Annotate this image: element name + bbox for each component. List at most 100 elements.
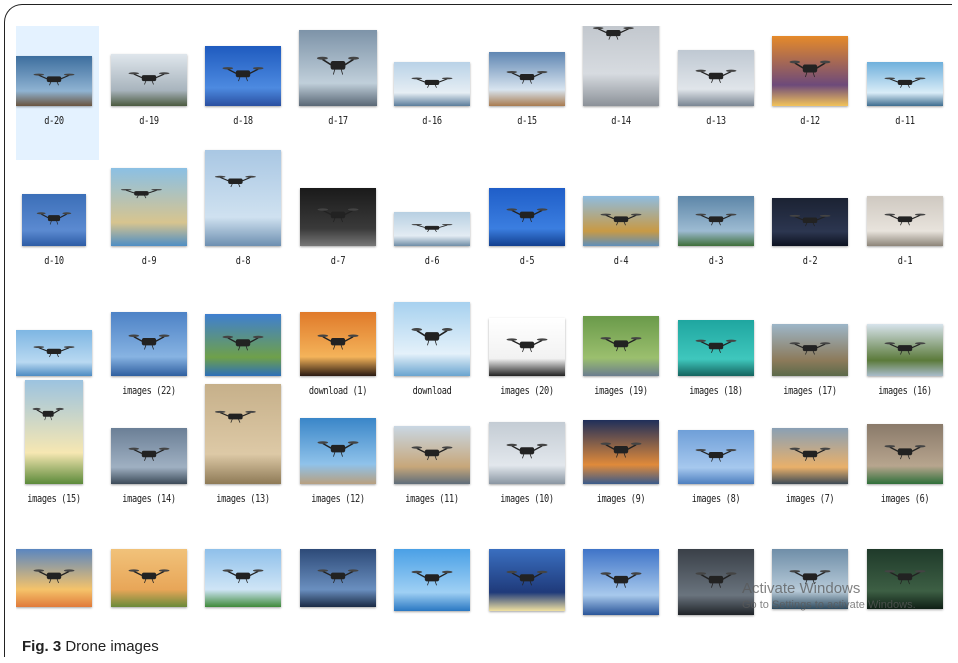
image-thumbnail[interactable] <box>110 54 187 106</box>
file-name-label: images (11) <box>405 493 459 505</box>
file-tile[interactable]: d-11 <box>860 26 950 160</box>
image-thumbnail[interactable] <box>583 420 659 484</box>
file-tile[interactable]: d-6 <box>387 166 477 300</box>
image-thumbnail[interactable] <box>772 36 848 106</box>
image-thumbnail[interactable] <box>772 428 848 484</box>
file-tile[interactable] <box>576 531 666 618</box>
image-thumbnail[interactable] <box>394 549 470 611</box>
image-thumbnail[interactable] <box>25 380 83 484</box>
file-tile[interactable]: d-5 <box>482 166 572 300</box>
file-tile[interactable] <box>16 531 99 618</box>
image-thumbnail[interactable] <box>583 196 659 246</box>
image-thumbnail[interactable] <box>772 549 848 609</box>
file-tile[interactable] <box>765 531 855 618</box>
image-thumbnail[interactable] <box>298 30 377 106</box>
file-name-label: d-20 <box>44 115 64 127</box>
file-tile[interactable]: d-18 <box>198 26 288 160</box>
file-name-label: d-6 <box>424 255 440 267</box>
file-tile[interactable]: images (12) <box>293 404 383 538</box>
image-thumbnail[interactable] <box>488 318 565 376</box>
file-tile[interactable]: images (15) <box>16 380 99 538</box>
image-thumbnail[interactable] <box>583 26 659 106</box>
caption-label: Fig. 3 <box>22 638 62 655</box>
image-thumbnail[interactable] <box>16 56 92 106</box>
image-thumbnail[interactable] <box>677 50 754 106</box>
file-tile[interactable]: d-1 <box>860 166 950 300</box>
image-thumbnail[interactable] <box>866 196 943 246</box>
image-thumbnail[interactable] <box>866 549 943 609</box>
file-tile[interactable]: d-2 <box>765 166 855 300</box>
file-tile[interactable] <box>293 531 383 618</box>
image-thumbnail[interactable] <box>488 422 565 484</box>
image-thumbnail[interactable] <box>299 188 376 246</box>
file-tile[interactable]: d-19 <box>104 26 194 160</box>
image-thumbnail[interactable] <box>677 549 754 615</box>
file-tile[interactable] <box>860 531 950 618</box>
image-thumbnail[interactable] <box>488 188 565 246</box>
image-thumbnail[interactable] <box>394 62 470 106</box>
file-tile[interactable]: d-17 <box>293 26 383 160</box>
image-thumbnail[interactable] <box>299 418 376 484</box>
image-thumbnail[interactable] <box>866 324 943 376</box>
file-tile[interactable]: d-12 <box>765 26 855 160</box>
file-name-label: images (22) <box>121 385 176 397</box>
image-thumbnail[interactable] <box>299 312 376 376</box>
file-tile[interactable]: d-7 <box>293 166 383 300</box>
image-thumbnail[interactable] <box>772 324 848 376</box>
image-thumbnail[interactable] <box>205 314 281 376</box>
file-tile[interactable] <box>104 531 194 618</box>
image-thumbnail[interactable] <box>583 549 659 615</box>
file-tile[interactable]: d-16 <box>387 26 477 160</box>
image-thumbnail[interactable] <box>110 549 187 607</box>
file-tile[interactable]: images (11) <box>387 404 477 538</box>
file-tile[interactable]: images (10) <box>482 404 572 538</box>
image-thumbnail[interactable] <box>677 196 754 246</box>
file-tile[interactable]: images (7) <box>765 404 855 538</box>
image-thumbnail[interactable] <box>394 302 470 376</box>
image-thumbnail[interactable] <box>110 312 187 376</box>
image-thumbnail[interactable] <box>110 168 187 246</box>
file-name-label: d-2 <box>802 255 818 267</box>
image-thumbnail[interactable] <box>205 549 281 607</box>
image-thumbnail[interactable] <box>866 62 943 106</box>
image-thumbnail[interactable] <box>866 424 943 484</box>
file-tile[interactable]: d-3 <box>671 166 761 300</box>
file-tile[interactable]: d-10 <box>16 166 99 300</box>
image-thumbnail[interactable] <box>488 52 565 106</box>
file-name-label: d-3 <box>708 255 723 267</box>
file-tile[interactable]: d-4 <box>576 166 666 300</box>
image-thumbnail[interactable] <box>677 320 754 376</box>
file-name-label: d-4 <box>613 255 629 267</box>
image-thumbnail[interactable] <box>394 426 470 484</box>
image-thumbnail[interactable] <box>488 549 565 611</box>
file-tile[interactable]: images (9) <box>576 404 666 538</box>
file-tile[interactable] <box>387 531 477 618</box>
file-tile[interactable]: d-9 <box>104 166 194 300</box>
image-thumbnail[interactable] <box>22 194 86 246</box>
image-thumbnail[interactable] <box>677 430 754 484</box>
file-tile[interactable]: images (6) <box>860 404 950 538</box>
image-thumbnail[interactable] <box>583 316 659 376</box>
file-tile[interactable]: images (14) <box>104 404 194 538</box>
file-tile[interactable]: d-8 <box>198 150 288 300</box>
image-thumbnail[interactable] <box>16 330 92 376</box>
image-thumbnail[interactable] <box>394 212 470 246</box>
file-tile[interactable] <box>671 531 761 618</box>
image-thumbnail[interactable] <box>772 198 848 246</box>
image-thumbnail[interactable] <box>205 150 281 246</box>
file-tile[interactable]: d-15 <box>482 26 572 160</box>
file-tile[interactable]: d-13 <box>671 26 761 160</box>
image-thumbnail[interactable] <box>110 428 187 484</box>
file-tile[interactable]: images (8) <box>671 404 761 538</box>
file-tile[interactable]: images (13) <box>198 384 288 538</box>
image-thumbnail[interactable] <box>16 549 92 607</box>
file-tile[interactable]: d-14 <box>576 26 666 160</box>
image-thumbnail[interactable] <box>299 549 376 607</box>
file-tile[interactable] <box>482 531 572 618</box>
file-name-label: images (10) <box>499 493 554 505</box>
image-thumbnail[interactable] <box>205 384 281 484</box>
image-thumbnail[interactable] <box>205 46 281 106</box>
file-tile[interactable] <box>198 531 288 618</box>
file-explorer-grid[interactable]: d-20 d-19 d-18 d-17 d-16 d-15 d-14 d-13 d-12 d-11… <box>16 26 956 618</box>
file-tile[interactable]: d-20 <box>16 26 99 160</box>
